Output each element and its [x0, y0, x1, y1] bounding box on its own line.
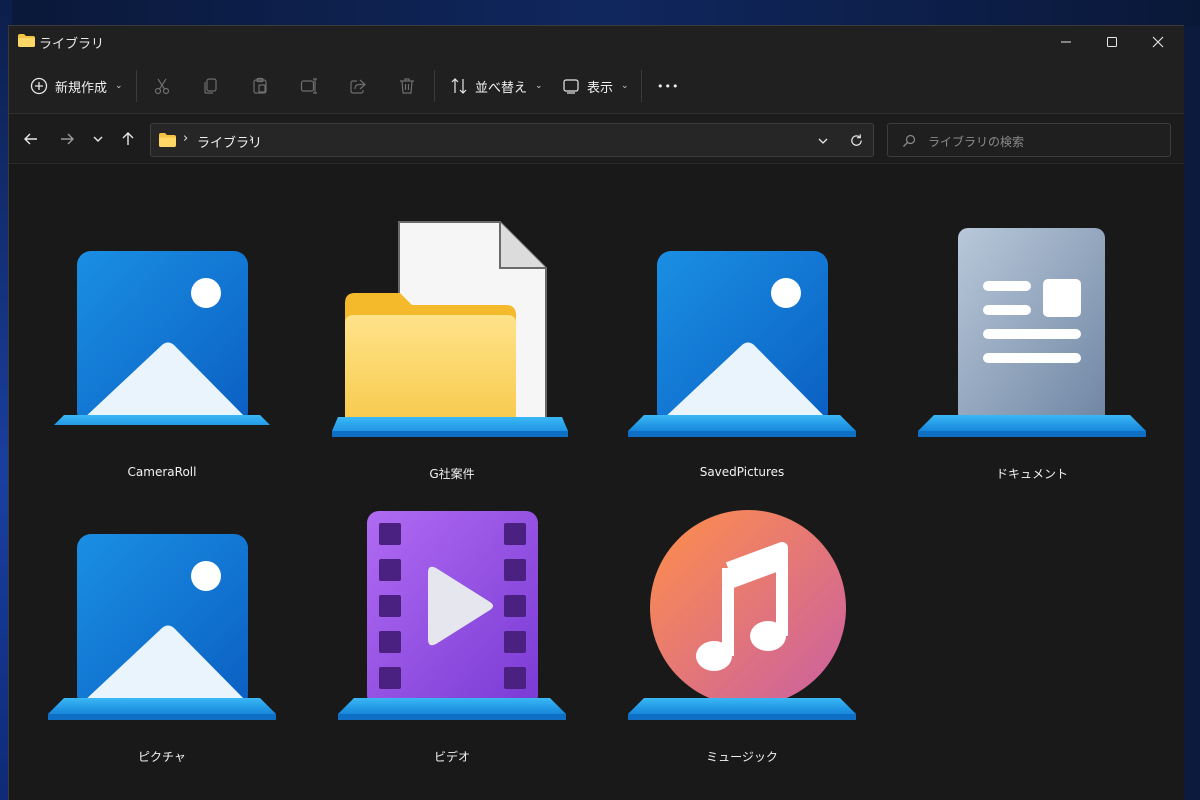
toolbar-separator — [641, 70, 642, 102]
minimize-button[interactable] — [1043, 26, 1089, 58]
music-library-icon — [628, 510, 856, 720]
list-item[interactable]: ミュージック — [622, 478, 862, 764]
folder-document-icon — [332, 221, 568, 437]
chevron-down-icon: ⌄ — [115, 81, 123, 91]
rename-icon — [300, 78, 317, 94]
copy-icon — [204, 78, 217, 94]
arrow-up-icon — [122, 132, 134, 145]
item-label: ピクチャ — [138, 750, 186, 764]
item-label: ビデオ — [433, 750, 470, 764]
command-bar: 新規作成 ⌄ 並べ替え ⌄ 表示 ⌄ ••• — [9, 58, 1184, 114]
pictures-library-icon — [54, 251, 270, 425]
delete-button[interactable] — [397, 72, 417, 100]
item-label: CameraRoll — [127, 465, 197, 479]
close-icon — [1152, 36, 1164, 48]
share-button[interactable] — [348, 72, 368, 100]
list-item[interactable]: CameraRoll — [42, 195, 282, 479]
arrow-left-icon — [24, 133, 37, 145]
minimize-icon — [1061, 41, 1071, 43]
more-icon: ••• — [657, 79, 680, 93]
desktop-background — [0, 0, 1200, 26]
pictures-library-icon — [628, 251, 856, 437]
forward-button[interactable] — [55, 127, 79, 151]
sort-icon — [451, 78, 467, 94]
chevron-down-icon — [93, 136, 103, 142]
list-item[interactable]: ピクチャ — [42, 478, 282, 764]
folder-icon — [159, 133, 176, 147]
list-item[interactable]: ビデオ — [332, 478, 572, 764]
item-label: SavedPictures — [699, 465, 785, 479]
maximize-icon — [1107, 37, 1117, 47]
view-button[interactable]: 表示 ⌄ — [561, 72, 629, 100]
list-item[interactable]: ドキュメント — [912, 195, 1152, 481]
list-item[interactable]: G社案件 — [332, 195, 572, 481]
copy-button[interactable] — [201, 72, 221, 100]
cut-icon — [154, 78, 170, 95]
recent-locations-button[interactable] — [86, 127, 110, 151]
file-list: CameraRoll G社案件 SavedPictures ドキュメント ピクチ… — [9, 165, 1184, 800]
trash-icon — [400, 78, 414, 94]
breadcrumb-separator[interactable]: › — [249, 131, 254, 146]
videos-library-icon — [338, 511, 566, 720]
view-button-label: 表示 — [587, 80, 614, 96]
new-button-label: 新規作成 — [55, 80, 108, 96]
chevron-down-icon: ⌄ — [535, 81, 543, 91]
sort-button-label: 並べ替え — [475, 80, 528, 96]
rename-button[interactable] — [299, 72, 319, 100]
title-bar[interactable]: ライブラリ — [9, 26, 1184, 58]
folder-icon — [18, 34, 35, 47]
documents-library-icon — [918, 228, 1146, 437]
refresh-icon[interactable] — [849, 133, 864, 148]
sort-button[interactable]: 並べ替え ⌄ — [449, 72, 543, 100]
arrow-right-icon — [61, 133, 74, 145]
add-circle-icon — [30, 77, 48, 95]
search-placeholder: ライブラリの検索 — [928, 135, 1025, 149]
share-icon — [350, 79, 366, 94]
toolbar-separator — [434, 70, 435, 102]
paste-button[interactable] — [250, 72, 270, 100]
paste-icon — [253, 77, 267, 94]
list-item[interactable]: SavedPictures — [622, 195, 862, 479]
search-icon — [903, 134, 916, 147]
navigation-bar: › ライブラリ › ライブラリの検索 — [9, 114, 1184, 164]
back-button[interactable] — [19, 127, 43, 151]
maximize-button[interactable] — [1089, 26, 1135, 58]
item-label: ミュージック — [706, 750, 778, 764]
item-label: ドキュメント — [995, 467, 1068, 481]
file-explorer-window: ライブラリ 新規作成 ⌄ 並べ替え ⌄ 表示 ⌄ ••• › ライブラリ › ラ… — [8, 25, 1184, 800]
search-box[interactable]: ライブラリの検索 — [887, 123, 1171, 157]
window-title: ライブラリ — [39, 37, 105, 52]
pictures-library-icon — [48, 534, 276, 720]
view-icon — [563, 79, 579, 94]
up-button[interactable] — [116, 127, 140, 151]
cut-button[interactable] — [152, 72, 172, 100]
new-button[interactable]: 新規作成 ⌄ — [29, 72, 123, 100]
more-options-button[interactable]: ••• — [657, 72, 679, 100]
address-bar[interactable]: › ライブラリ › — [150, 123, 874, 157]
chevron-down-icon[interactable] — [817, 135, 829, 147]
chevron-down-icon: ⌄ — [621, 81, 629, 91]
toolbar-separator — [136, 70, 137, 102]
breadcrumb-separator[interactable]: › — [183, 131, 188, 146]
close-button[interactable] — [1135, 26, 1181, 58]
